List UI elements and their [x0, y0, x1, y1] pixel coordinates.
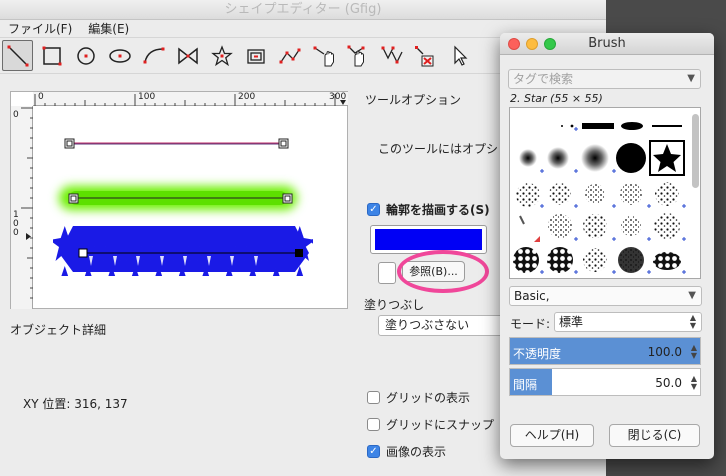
- delete-object-button[interactable]: [410, 40, 441, 71]
- brush-grid[interactable]: [509, 107, 701, 279]
- show-image-checkbox[interactable]: ✓: [367, 445, 380, 458]
- fill-label: 塗りつぶし: [364, 298, 425, 312]
- rectangle-tool-button[interactable]: [36, 40, 67, 71]
- arc-tool-button[interactable]: [138, 40, 169, 71]
- highlight-annotation: [397, 250, 489, 293]
- close-window-icon[interactable]: [508, 38, 520, 50]
- brush-set-value: Basic,: [514, 289, 550, 303]
- star-tool-icon: [210, 44, 233, 66]
- paint-type-button[interactable]: [378, 262, 396, 284]
- menu-edit[interactable]: 編集(E): [80, 20, 137, 37]
- menu-file[interactable]: ファイル(F): [0, 20, 80, 37]
- star-tool-button[interactable]: [206, 40, 237, 71]
- ruler-tick-200: 200: [238, 92, 256, 102]
- tool-options-title: ツールオプション: [365, 93, 462, 107]
- line-object-2[interactable]: [59, 186, 297, 210]
- ruler-v-tick-0: 0: [13, 110, 19, 120]
- show-grid-row[interactable]: グリッドの表示: [367, 389, 470, 406]
- ellipse-tool-button[interactable]: [104, 40, 135, 71]
- mode-value: 標準: [559, 315, 584, 329]
- show-grid-label: グリッドの表示: [386, 391, 471, 405]
- chevron-down-icon: ▼: [687, 73, 695, 84]
- stroke-checkbox[interactable]: ✓: [367, 203, 380, 216]
- chevron-down-icon: ▼: [688, 290, 696, 301]
- rectangle-tool-icon: [42, 46, 61, 65]
- move-object-icon: [313, 46, 334, 66]
- tag-search-placeholder: タグで検索: [513, 72, 574, 86]
- brush-titlebar[interactable]: Brush: [500, 33, 714, 55]
- ellipse-tool-icon: [108, 48, 131, 63]
- delete-object-icon: [414, 45, 433, 66]
- line-object-3[interactable]: [53, 224, 313, 276]
- bezier-tool-button[interactable]: [274, 40, 305, 71]
- snap-grid-label: グリッドにスナップ: [386, 418, 495, 432]
- horizontal-ruler: 0 100 200 300: [33, 92, 348, 106]
- ruler-v-tick-3: 0: [13, 228, 19, 238]
- drawing-area[interactable]: [33, 106, 348, 309]
- ruler-tick-300: 300: [329, 92, 347, 102]
- polygon-tool-button[interactable]: [172, 40, 203, 71]
- arc-tool-icon: [143, 47, 164, 63]
- show-grid-checkbox[interactable]: [367, 391, 380, 404]
- copy-object-icon: [381, 46, 403, 63]
- line-tool-icon: [7, 45, 28, 66]
- object-details-label: オブジェクト詳細: [10, 323, 107, 337]
- opacity-spin-icon[interactable]: ▲ ▼: [691, 344, 697, 360]
- help-button[interactable]: ヘルプ(H): [510, 424, 594, 447]
- tag-search-combo[interactable]: タグで検索 ▼: [508, 69, 701, 89]
- bezier-tool-icon: [279, 48, 300, 63]
- brush-thumbnails[interactable]: [510, 108, 690, 278]
- show-image-label: 画像の表示: [386, 445, 447, 459]
- opacity-value[interactable]: 100.0: [648, 345, 682, 359]
- xy-position-readout: XY 位置: 316, 137: [23, 397, 128, 411]
- minimize-window-icon[interactable]: [526, 38, 538, 50]
- opacity-label: 不透明度: [513, 347, 562, 361]
- move-point-icon: [347, 45, 364, 66]
- circle-tool-icon: [76, 46, 95, 65]
- line-tool-button[interactable]: [2, 40, 33, 71]
- stroke-label: 輪郭を描画する(S): [386, 203, 490, 217]
- stroke-checkbox-row[interactable]: ✓ 輪郭を描画する(S): [367, 201, 490, 218]
- polygon-tool-icon: [177, 46, 198, 65]
- snap-grid-checkbox[interactable]: [367, 418, 380, 431]
- opacity-slider[interactable]: 不透明度 100.0 ▲ ▼: [509, 337, 701, 365]
- vertical-ruler: 0 1 0 0: [11, 106, 33, 309]
- brush-dialog: Brush タグで検索 ▼ 2. Star (55 × 55) Basic, ▼…: [500, 33, 714, 459]
- brush-grid-scrollbar[interactable]: [691, 112, 699, 276]
- updown-arrows-icon: ▲ ▼: [689, 313, 696, 330]
- spiral-tool-icon: [246, 48, 265, 64]
- stroke-color-button[interactable]: [370, 225, 487, 254]
- move-object-button[interactable]: [308, 40, 339, 71]
- select-object-icon: [453, 45, 467, 66]
- tool-options-message: このツールにはオプシ: [378, 142, 499, 156]
- show-image-row[interactable]: ✓ 画像の表示: [367, 443, 446, 460]
- brush-set-combo[interactable]: Basic, ▼: [509, 286, 702, 306]
- ruler-tick-0: 0: [38, 92, 44, 102]
- spiral-tool-button[interactable]: [240, 40, 271, 71]
- close-button[interactable]: 閉じる(C): [609, 424, 700, 447]
- stroke-color-swatch: [375, 229, 482, 250]
- spacing-spin-icon[interactable]: ▲ ▼: [691, 375, 697, 391]
- line-object-1[interactable]: [64, 138, 289, 149]
- brush-dialog-title: Brush: [588, 36, 626, 51]
- spacing-label: 間隔: [513, 378, 538, 392]
- brush-grid-scroll-thumb[interactable]: [692, 114, 699, 188]
- copy-object-button[interactable]: [376, 40, 407, 71]
- mode-label: モード:: [510, 317, 551, 331]
- preview-canvas[interactable]: 0 100 200 300 0 1 0 0: [10, 91, 348, 309]
- select-object-button[interactable]: [444, 40, 475, 71]
- circle-tool-button[interactable]: [70, 40, 101, 71]
- move-point-button[interactable]: [342, 40, 373, 71]
- ruler-tick-100: 100: [138, 92, 156, 102]
- window-title: シェイプエディター (Gfig): [0, 0, 606, 20]
- snap-grid-row[interactable]: グリッドにスナップ: [367, 416, 494, 433]
- fill-type-select[interactable]: 塗りつぶさない: [378, 315, 506, 336]
- zoom-window-icon[interactable]: [544, 38, 556, 50]
- spacing-value[interactable]: 50.0: [655, 376, 682, 390]
- selected-brush-name: 2. Star (55 × 55): [510, 92, 603, 105]
- spacing-slider[interactable]: 間隔 50.0 ▲ ▼: [509, 368, 701, 396]
- mode-select[interactable]: 標準 ▲ ▼: [554, 312, 702, 332]
